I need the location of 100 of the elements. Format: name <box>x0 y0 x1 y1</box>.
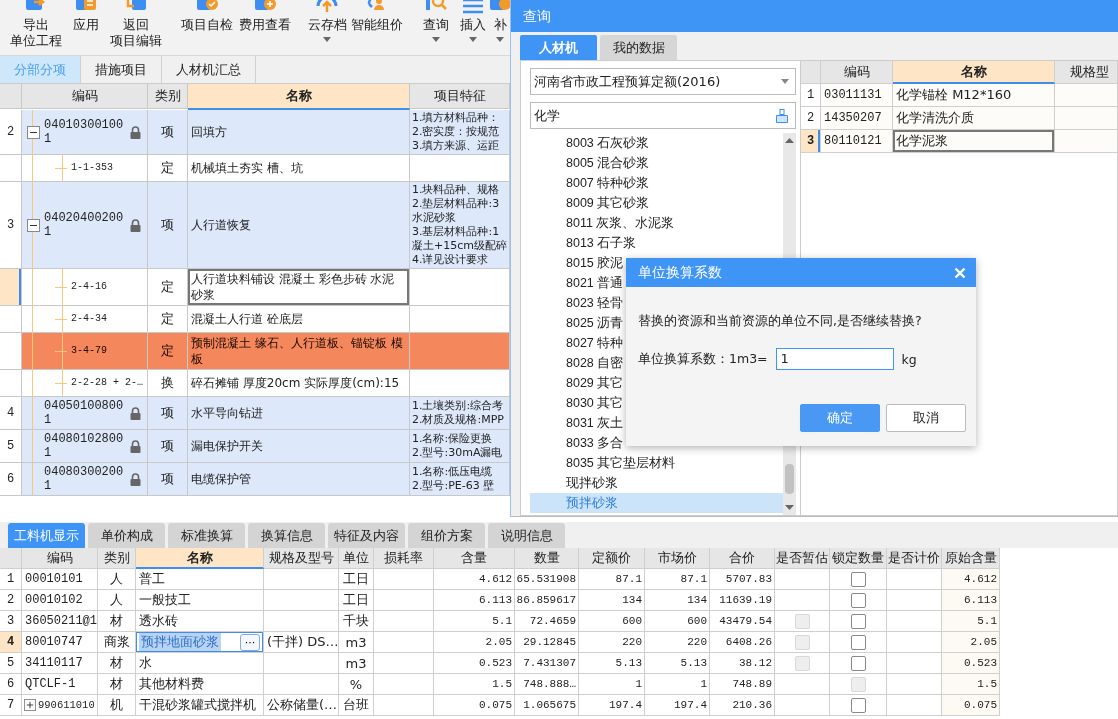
scroll-down-icon[interactable] <box>784 504 795 511</box>
column-header[interactable]: 名称 <box>136 548 264 569</box>
brush-icon[interactable] <box>775 108 789 123</box>
column-header[interactable]: 项目特征 <box>410 84 510 109</box>
row-header[interactable]: 1 <box>0 569 22 590</box>
tree-item[interactable]: 8003 石灰砂浆 <box>530 133 783 153</box>
column-header[interactable]: 名称 <box>893 61 1055 84</box>
row-header[interactable] <box>0 370 22 397</box>
column-header[interactable]: 单位 <box>339 548 374 569</box>
collapse-icon[interactable] <box>27 218 40 232</box>
row-header[interactable]: 3 <box>801 130 821 153</box>
toolbar-button[interactable]: 智能组价 <box>349 0 405 52</box>
tree-item[interactable]: 8009 其它砂浆 <box>530 193 783 213</box>
scroll-up-icon[interactable] <box>784 137 795 144</box>
collapse-icon[interactable] <box>27 125 40 139</box>
tab[interactable]: 单价构成 <box>88 523 165 548</box>
table-cell: 项 <box>148 110 188 155</box>
column-header[interactable]: 合价 <box>710 548 775 569</box>
tab[interactable]: 我的数据 <box>600 35 677 60</box>
column-header[interactable]: 锁定数量 <box>830 548 887 569</box>
item-code: 040501008001 <box>44 399 124 427</box>
table-cell: 机 <box>98 695 136 716</box>
tree-item[interactable]: 现拌砂浆 <box>530 473 783 493</box>
row-header[interactable]: 2 <box>0 110 22 155</box>
row-header[interactable]: 2 <box>0 590 22 611</box>
tab[interactable]: 换算信息 <box>248 523 325 548</box>
column-header[interactable]: 市场价 <box>645 548 710 569</box>
table-cell: 化学锚栓 M12*160 <box>893 84 1055 107</box>
row-header[interactable]: 5 <box>0 653 22 674</box>
checkbox[interactable] <box>850 697 866 713</box>
column-header[interactable]: 原始含量 <box>942 548 1000 569</box>
toolbar-button[interactable]: 查询 <box>416 0 456 52</box>
tab[interactable]: 标准换算 <box>168 523 245 548</box>
dropdown[interactable]: 河南省市政工程预算定额(2016) <box>530 68 796 95</box>
tree-item[interactable]: 8011 灰浆、水泥浆 <box>530 213 783 233</box>
tree-item[interactable]: 8013 石子浆 <box>530 233 783 253</box>
row-header[interactable]: 2 <box>801 107 821 130</box>
checkbox[interactable] <box>850 634 866 650</box>
table-cell: 03011131 <box>821 84 893 107</box>
row-header[interactable] <box>0 269 22 306</box>
row-header[interactable]: 3 <box>0 182 22 269</box>
table-cell: (干拌) DS… <box>264 632 339 653</box>
expand-icon[interactable] <box>24 699 36 711</box>
toolbar-button[interactable]: 导出 单位工程 <box>6 0 66 52</box>
row-header[interactable]: 4 <box>0 632 22 653</box>
row-header[interactable]: 6 <box>0 674 22 695</box>
table-cell: 00010101 <box>22 569 98 590</box>
column-header[interactable]: 编码 <box>821 61 893 84</box>
input-field[interactable]: 1 <box>775 348 894 370</box>
column-header[interactable]: 类别 <box>98 548 136 569</box>
checkbox[interactable] <box>850 592 866 608</box>
row-header[interactable]: 5 <box>0 430 22 463</box>
column-header[interactable]: 规格型 <box>1055 61 1117 84</box>
table-cell: 80010747 <box>22 632 98 653</box>
toolbar-button[interactable]: 返回 项目编辑 <box>106 0 166 52</box>
toolbar-button[interactable]: 插入 <box>456 0 490 52</box>
toolbar-button[interactable]: 应用 <box>66 0 106 52</box>
tree-item[interactable]: 8035 其它垫层材料 <box>530 453 783 473</box>
row-header[interactable]: 6 <box>0 463 22 496</box>
row-header[interactable]: 7 <box>0 695 22 716</box>
row-header[interactable]: 1 <box>801 84 821 107</box>
tab[interactable]: 人材机汇总 <box>162 56 256 83</box>
column-header[interactable]: 名称 <box>188 84 410 110</box>
checkbox[interactable] <box>850 655 866 671</box>
row-header[interactable]: 4 <box>0 397 22 430</box>
tree-item[interactable]: 8005 混合砂浆 <box>530 153 783 173</box>
search-field[interactable]: 化学 <box>530 102 796 129</box>
toolbar-button[interactable]: 项目自检 <box>177 0 237 52</box>
column-header[interactable]: 规格及型号 <box>264 548 339 569</box>
tab[interactable]: 措施项目 <box>81 56 162 83</box>
table-cell: 0.523 <box>942 653 1000 674</box>
row-header[interactable] <box>0 155 22 182</box>
checkbox[interactable] <box>850 571 866 587</box>
toolbar-button[interactable]: 费用查看 <box>237 0 293 52</box>
column-header[interactable]: 是否暂估 <box>775 548 830 569</box>
tree-item[interactable]: 8007 特种砂浆 <box>530 173 783 193</box>
item-code: 040103001001 <box>44 118 124 146</box>
more-button[interactable]: ··· <box>240 633 260 651</box>
tab[interactable]: 组价方案 <box>408 523 485 548</box>
cancel-button[interactable]: 取消 <box>886 404 966 432</box>
column-header[interactable]: 类别 <box>148 84 188 109</box>
checkbox[interactable] <box>850 613 866 629</box>
tab[interactable]: 说明信息 <box>488 523 565 548</box>
tab[interactable]: 特征及内容 <box>328 523 405 548</box>
name-input-field[interactable]: 预拌地面砂浆 ··· <box>136 632 264 653</box>
column-header[interactable]: 编码 <box>22 84 148 109</box>
column-header[interactable]: 编码 <box>22 548 98 569</box>
scroll-thumb[interactable] <box>785 464 794 494</box>
column-header[interactable]: 定额价 <box>579 548 645 569</box>
empty-cell <box>374 569 434 590</box>
column-header[interactable]: 数量 <box>515 548 579 569</box>
row-header[interactable] <box>0 333 22 370</box>
column-header[interactable]: 损耗率 <box>374 548 434 569</box>
close-icon[interactable] <box>954 266 966 279</box>
column-header[interactable]: 含量 <box>434 548 515 569</box>
table-cell: 项 <box>148 463 188 496</box>
row-header[interactable] <box>0 306 22 333</box>
toolbar-button[interactable]: 云存档 <box>305 0 349 52</box>
table-cell: 11639.19 <box>710 590 775 611</box>
column-header[interactable]: 是否计价 <box>887 548 942 569</box>
